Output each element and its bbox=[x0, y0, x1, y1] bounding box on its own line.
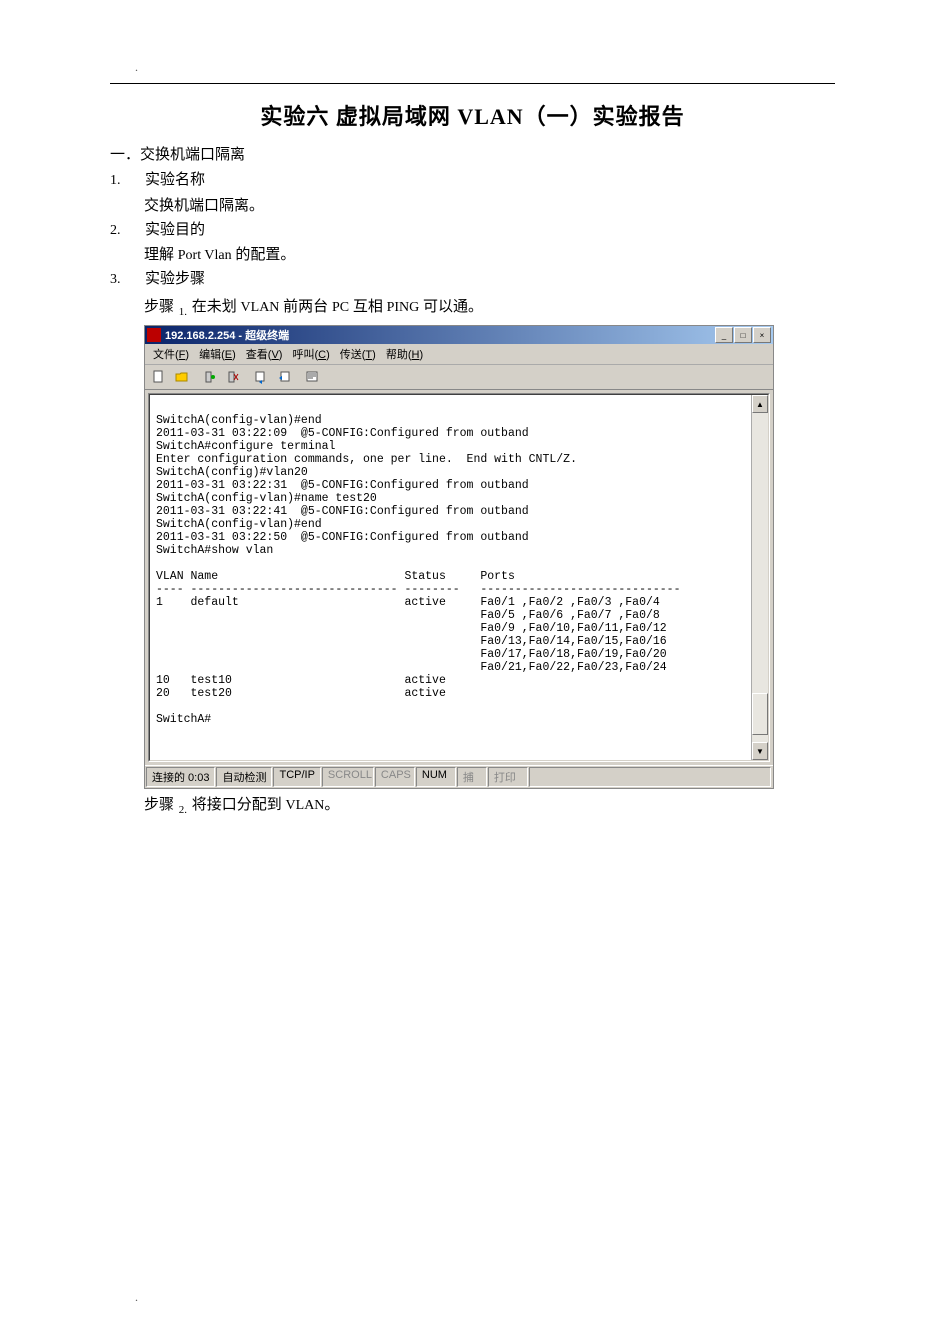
content-inner: SwitchA(config-vlan)#end 2011-03-31 03:2… bbox=[149, 394, 769, 761]
status-print: 打印 bbox=[488, 767, 528, 787]
properties-icon bbox=[305, 370, 319, 384]
terminal-output[interactable]: SwitchA(config-vlan)#end 2011-03-31 03:2… bbox=[150, 395, 751, 760]
close-button[interactable]: × bbox=[753, 327, 771, 343]
item-number: 2. bbox=[110, 223, 130, 239]
menu-transfer[interactable]: 传送(T) bbox=[335, 345, 381, 363]
text-roman: VLAN bbox=[286, 798, 325, 813]
document-page: . 实验六 虚拟局域网 VLAN（一）实验报告 一．交换机端口隔离 1. 实验名… bbox=[0, 0, 945, 864]
scroll-down-button[interactable]: ▼ bbox=[752, 742, 768, 760]
connect-icon bbox=[203, 370, 217, 384]
step-sub: 2. bbox=[179, 804, 187, 816]
item-label: 实验目的 bbox=[145, 218, 205, 244]
text: 理解 bbox=[144, 247, 178, 263]
item-body: 理解 Port Vlan 的配置。 bbox=[144, 243, 835, 267]
status-num: NUM bbox=[416, 767, 456, 787]
top-rule bbox=[110, 83, 835, 84]
status-conn: 连接的 0:03 bbox=[146, 767, 215, 787]
maximize-button[interactable]: □ bbox=[734, 327, 752, 343]
tool-open[interactable] bbox=[171, 367, 193, 387]
status-proto: TCP/IP bbox=[273, 767, 320, 787]
window-title: 192.168.2.254 - 超级终端 bbox=[165, 327, 289, 343]
text-roman: PC bbox=[332, 300, 349, 315]
status-catch: 捕 bbox=[457, 767, 487, 787]
status-caps: CAPS bbox=[375, 767, 415, 787]
text: 的配置。 bbox=[232, 247, 296, 263]
tool-connect[interactable] bbox=[199, 367, 221, 387]
status-detect: 自动检测 bbox=[216, 767, 272, 787]
text-roman: Port Vlan bbox=[178, 248, 232, 263]
step-sub: 1. bbox=[179, 306, 187, 318]
text: 互相 bbox=[349, 299, 387, 315]
doc-title: 实验六 虚拟局域网 VLAN（一）实验报告 bbox=[110, 99, 835, 131]
vertical-scrollbar[interactable]: ▲ ▼ bbox=[751, 395, 768, 760]
tool-send[interactable] bbox=[250, 367, 272, 387]
text-roman: VLAN bbox=[241, 300, 280, 315]
menu-call[interactable]: 呼叫(C) bbox=[287, 345, 334, 363]
menu-edit[interactable]: 编辑(E) bbox=[194, 345, 241, 363]
footer-dot: . bbox=[135, 1290, 138, 1305]
item-label: 实验步骤 bbox=[145, 267, 205, 293]
text: 。 bbox=[324, 797, 339, 813]
header-dot: . bbox=[110, 60, 835, 75]
tool-disconnect[interactable] bbox=[222, 367, 244, 387]
item-body: 交换机端口隔离。 bbox=[144, 194, 835, 218]
scroll-track[interactable] bbox=[752, 413, 768, 742]
item-label: 实验名称 bbox=[145, 168, 205, 194]
hyperterminal-window: 192.168.2.254 - 超级终端 _ □ × 文件(F) 编辑(E) 查… bbox=[144, 325, 774, 789]
tool-new[interactable] bbox=[148, 367, 170, 387]
text: 将接口分配到 bbox=[188, 797, 286, 813]
menu-view[interactable]: 查看(V) bbox=[241, 345, 288, 363]
text: 可以通。 bbox=[419, 299, 483, 315]
scroll-up-button[interactable]: ▲ bbox=[752, 395, 768, 413]
tool-properties[interactable] bbox=[301, 367, 323, 387]
list-item-3: 3. 实验步骤 bbox=[110, 267, 835, 293]
statusbar: 连接的 0:03 自动检测 TCP/IP SCROLL CAPS NUM 捕 打… bbox=[145, 765, 773, 788]
open-icon bbox=[175, 370, 189, 384]
toolbar bbox=[145, 365, 773, 390]
status-scroll: SCROLL bbox=[322, 767, 374, 787]
disconnect-icon bbox=[226, 370, 240, 384]
text: 前两台 bbox=[279, 299, 332, 315]
content-frame: SwitchA(config-vlan)#end 2011-03-31 03:2… bbox=[148, 393, 770, 762]
content-wrap: SwitchA(config-vlan)#end 2011-03-31 03:2… bbox=[145, 390, 773, 765]
menu-help[interactable]: 帮助(H) bbox=[381, 345, 428, 363]
status-filler bbox=[529, 767, 771, 787]
tool-receive[interactable] bbox=[273, 367, 295, 387]
window-controls: _ □ × bbox=[715, 327, 771, 343]
item-number: 1. bbox=[110, 173, 130, 189]
receive-icon bbox=[277, 370, 291, 384]
step-1: 步骤 1. 在未划 VLAN 前两台 PC 互相 PING 可以通。 bbox=[144, 295, 835, 322]
text: 步骤 bbox=[144, 299, 178, 315]
item-number: 3. bbox=[110, 272, 130, 288]
text: 步骤 bbox=[144, 797, 178, 813]
titlebar-left: 192.168.2.254 - 超级终端 bbox=[147, 327, 289, 343]
step-2: 步骤 2. 将接口分配到 VLAN。 bbox=[144, 793, 835, 820]
titlebar[interactable]: 192.168.2.254 - 超级终端 _ □ × bbox=[145, 326, 773, 344]
menubar: 文件(F) 编辑(E) 查看(V) 呼叫(C) 传送(T) 帮助(H) bbox=[145, 344, 773, 365]
new-icon bbox=[152, 370, 166, 384]
app-icon bbox=[147, 328, 161, 342]
section-heading-1: 一．交换机端口隔离 bbox=[110, 143, 835, 164]
text-roman: PING bbox=[387, 300, 420, 315]
send-icon bbox=[254, 370, 268, 384]
list-item-1: 1. 实验名称 bbox=[110, 168, 835, 194]
minimize-button[interactable]: _ bbox=[715, 327, 733, 343]
menu-file[interactable]: 文件(F) bbox=[148, 345, 194, 363]
list-item-2: 2. 实验目的 bbox=[110, 218, 835, 244]
text: 在未划 bbox=[188, 299, 241, 315]
scroll-thumb[interactable] bbox=[752, 693, 768, 735]
